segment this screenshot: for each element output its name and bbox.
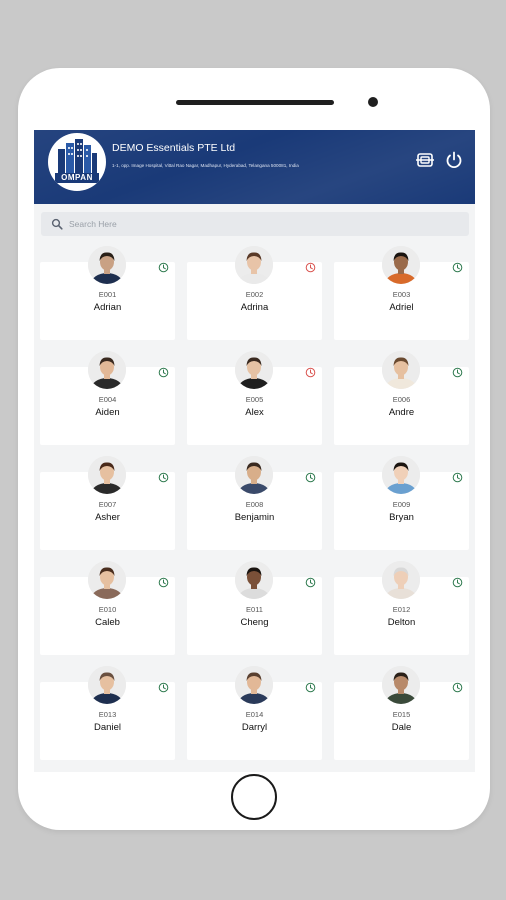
employee-name: Darryl [241,722,268,733]
employee-code: E001 [98,290,117,299]
employee-avatar [235,666,273,704]
employee-code: E011 [246,605,263,614]
employee-avatar [235,456,273,494]
employee-avatar [382,351,420,389]
employee-name: Bryan [389,512,414,523]
employee-name: Cheng [240,617,269,628]
employee-code: E014 [245,710,264,719]
attendance-clock-icon[interactable] [158,262,169,273]
employee-name: Benjamin [234,512,275,523]
company-logo: OMPAN [48,133,106,191]
attendance-clock-icon[interactable] [452,262,463,273]
employee-code: E010 [98,605,117,614]
attendance-clock-icon[interactable] [158,577,169,588]
employee-avatar [382,246,420,284]
employee-card[interactable]: E010 Caleb [40,561,175,655]
employee-name: Caleb [95,617,120,628]
employee-card[interactable]: E013 Daniel [40,666,175,760]
employee-card[interactable]: E009 Bryan [334,456,469,550]
employee-code: E005 [245,395,264,404]
attendance-clock-icon[interactable] [305,367,316,378]
employee-card[interactable]: E005 Alex [187,351,322,445]
attendance-clock-icon[interactable] [158,682,169,693]
power-icon[interactable] [444,150,464,170]
attendance-clock-icon[interactable] [305,682,316,693]
employee-card[interactable]: E002 Adrina [187,246,322,340]
employee-card[interactable]: E014 Darryl [187,666,322,760]
employee-avatar [88,456,126,494]
attendance-clock-icon[interactable] [452,367,463,378]
attendance-clock-icon[interactable] [305,262,316,273]
employee-avatar [88,666,126,704]
employee-card[interactable]: E004 Aiden [40,351,175,445]
phone-frame: OMPAN DEMO Essentials PTE Ltd 1-1, opp. … [18,68,490,830]
employee-code: E004 [98,395,117,404]
employee-name: Daniel [94,722,121,733]
employee-avatar [235,351,273,389]
attendance-clock-icon[interactable] [452,682,463,693]
attendance-clock-icon[interactable] [158,367,169,378]
company-address: 1-1, opp. Image Hospital, Vittal Rao Nag… [112,163,299,168]
employee-avatar [235,561,273,599]
employee-name: Aiden [95,407,120,418]
employee-code: E006 [392,395,411,404]
employee-avatar [88,351,126,389]
employee-code: E013 [98,710,117,719]
employee-card[interactable]: E006 Andre [334,351,469,445]
attendance-clock-icon[interactable] [305,472,316,483]
employee-card[interactable]: E003 Adriel [334,246,469,340]
employee-name: Alex [245,407,264,418]
home-button[interactable] [231,774,277,820]
phone-camera [368,97,378,107]
employee-code: E015 [392,710,411,719]
employee-code: E009 [392,500,411,509]
employee-name: Adrina [240,302,269,313]
employee-code: E008 [245,500,264,509]
search-icon [51,218,63,230]
employee-card[interactable]: E001 Adrian [40,246,175,340]
employee-card[interactable]: E008 Benjamin [187,456,322,550]
employee-avatar [382,561,420,599]
company-name: DEMO Essentials PTE Ltd [112,142,236,154]
employee-name: Andre [388,407,415,418]
logo-text: OMPAN [55,173,99,183]
search-placeholder: Search Here [69,219,117,229]
attendance-clock-icon[interactable] [452,472,463,483]
employee-avatar [382,456,420,494]
employee-card[interactable]: E011 Cheng [187,561,322,655]
employee-name: Dale [391,722,412,733]
employee-avatar [235,246,273,284]
attendance-clock-icon[interactable] [158,472,169,483]
employee-avatar [88,561,126,599]
employee-name: Adriel [389,302,414,313]
employee-name: Adrian [93,302,122,313]
fingerprint-scanner-icon[interactable] [415,150,435,170]
phone-speaker [176,100,334,105]
employee-card[interactable]: E007 Asher [40,456,175,550]
employee-name: Delton [387,617,416,628]
app-screen: OMPAN DEMO Essentials PTE Ltd 1-1, opp. … [34,130,475,772]
employee-avatar [88,246,126,284]
attendance-clock-icon[interactable] [452,577,463,588]
employee-card[interactable]: E012 Delton [334,561,469,655]
employee-card[interactable]: E015 Dale [334,666,469,760]
employee-code: E003 [392,290,411,299]
search-input[interactable]: Search Here [41,212,469,236]
employee-code: E012 [392,605,411,614]
app-header: OMPAN DEMO Essentials PTE Ltd 1-1, opp. … [34,130,475,204]
employee-code: E007 [98,500,117,509]
employee-code: E002 [245,290,264,299]
employee-avatar [382,666,420,704]
employee-name: Asher [95,512,120,523]
attendance-clock-icon[interactable] [305,577,316,588]
